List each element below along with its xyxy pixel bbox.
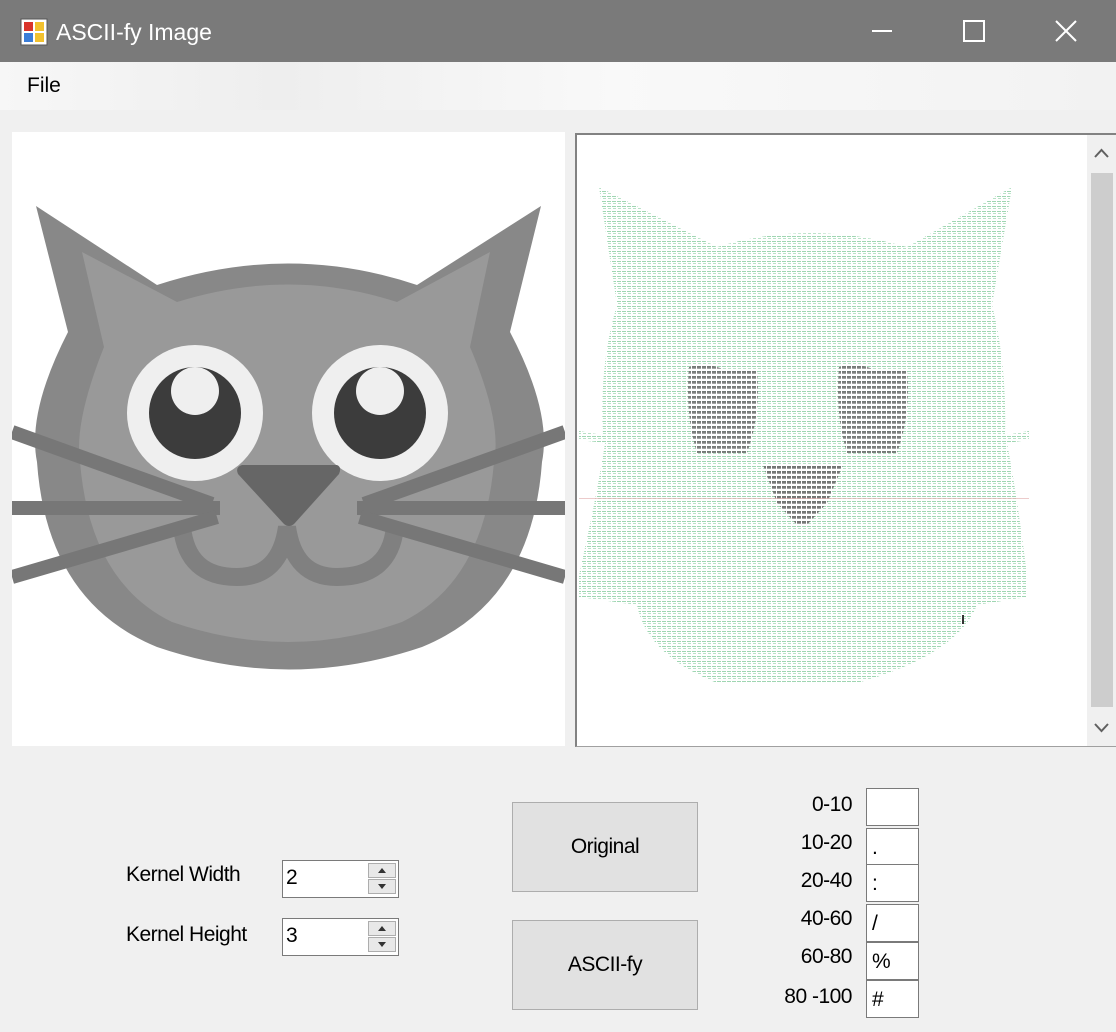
char-input-5[interactable]: # <box>866 980 919 1018</box>
kernel-width-value[interactable]: 2 <box>286 866 298 890</box>
range-label-0: 0-10 <box>811 793 853 816</box>
kernel-height-label: Kernel Height <box>126 923 247 946</box>
ascii-art-render <box>579 187 1029 683</box>
kernel-height-increment[interactable] <box>368 921 396 936</box>
range-label-5: 80 -100 <box>784 985 852 1008</box>
kernel-width-decrement[interactable] <box>368 879 396 894</box>
kernel-width-stepper[interactable]: 2 <box>282 860 399 898</box>
range-label-4: 60-80 <box>800 945 853 968</box>
ascii-output-box[interactable] <box>575 133 1116 747</box>
range-label-3: 40-60 <box>800 907 853 930</box>
minimize-icon <box>872 30 892 32</box>
kernel-height-stepper[interactable]: 3 <box>282 918 399 956</box>
app-icon <box>20 18 48 46</box>
original-image-panel <box>12 132 565 746</box>
maximize-icon <box>963 20 985 42</box>
kernel-height-value[interactable]: 3 <box>286 924 298 948</box>
menu-file[interactable]: File <box>17 70 71 102</box>
kernel-height-decrement[interactable] <box>368 937 396 952</box>
maximize-button[interactable] <box>928 0 1020 62</box>
kernel-width-label: Kernel Width <box>126 863 241 886</box>
asciify-button[interactable]: ASCII-fy <box>512 920 698 1010</box>
cat-image <box>12 206 565 670</box>
title-bar[interactable]: ASCII-fy Image <box>0 0 1116 62</box>
close-button[interactable] <box>1020 0 1112 62</box>
char-input-1[interactable]: . <box>866 828 919 866</box>
scrollbar-thumb[interactable] <box>1091 173 1113 707</box>
menu-bar: File <box>0 62 1116 110</box>
vertical-scrollbar[interactable] <box>1087 135 1116 746</box>
char-input-2[interactable]: : <box>866 864 919 902</box>
minimize-button[interactable] <box>836 0 928 62</box>
range-label-1: 10-20 <box>800 831 853 854</box>
close-icon <box>1055 20 1077 42</box>
spin-down-icon <box>378 884 386 889</box>
ascii-cat-shape <box>579 187 1029 683</box>
cat-illustration <box>12 206 565 670</box>
kernel-width-increment[interactable] <box>368 863 396 878</box>
scroll-down-button[interactable] <box>1087 710 1116 746</box>
scroll-up-button[interactable] <box>1087 135 1116 171</box>
char-input-4[interactable]: % <box>866 942 919 980</box>
spin-down-icon <box>378 942 386 947</box>
original-button[interactable]: Original <box>512 802 698 892</box>
chevron-down-icon <box>1094 723 1109 733</box>
window-title: ASCII-fy Image <box>56 19 212 45</box>
range-label-2: 20-40 <box>800 869 853 892</box>
spin-up-icon <box>378 926 386 931</box>
spin-up-icon <box>378 868 386 873</box>
char-input-3[interactable]: / <box>866 904 919 942</box>
chevron-up-icon <box>1094 148 1109 158</box>
char-input-0[interactable] <box>866 788 919 826</box>
